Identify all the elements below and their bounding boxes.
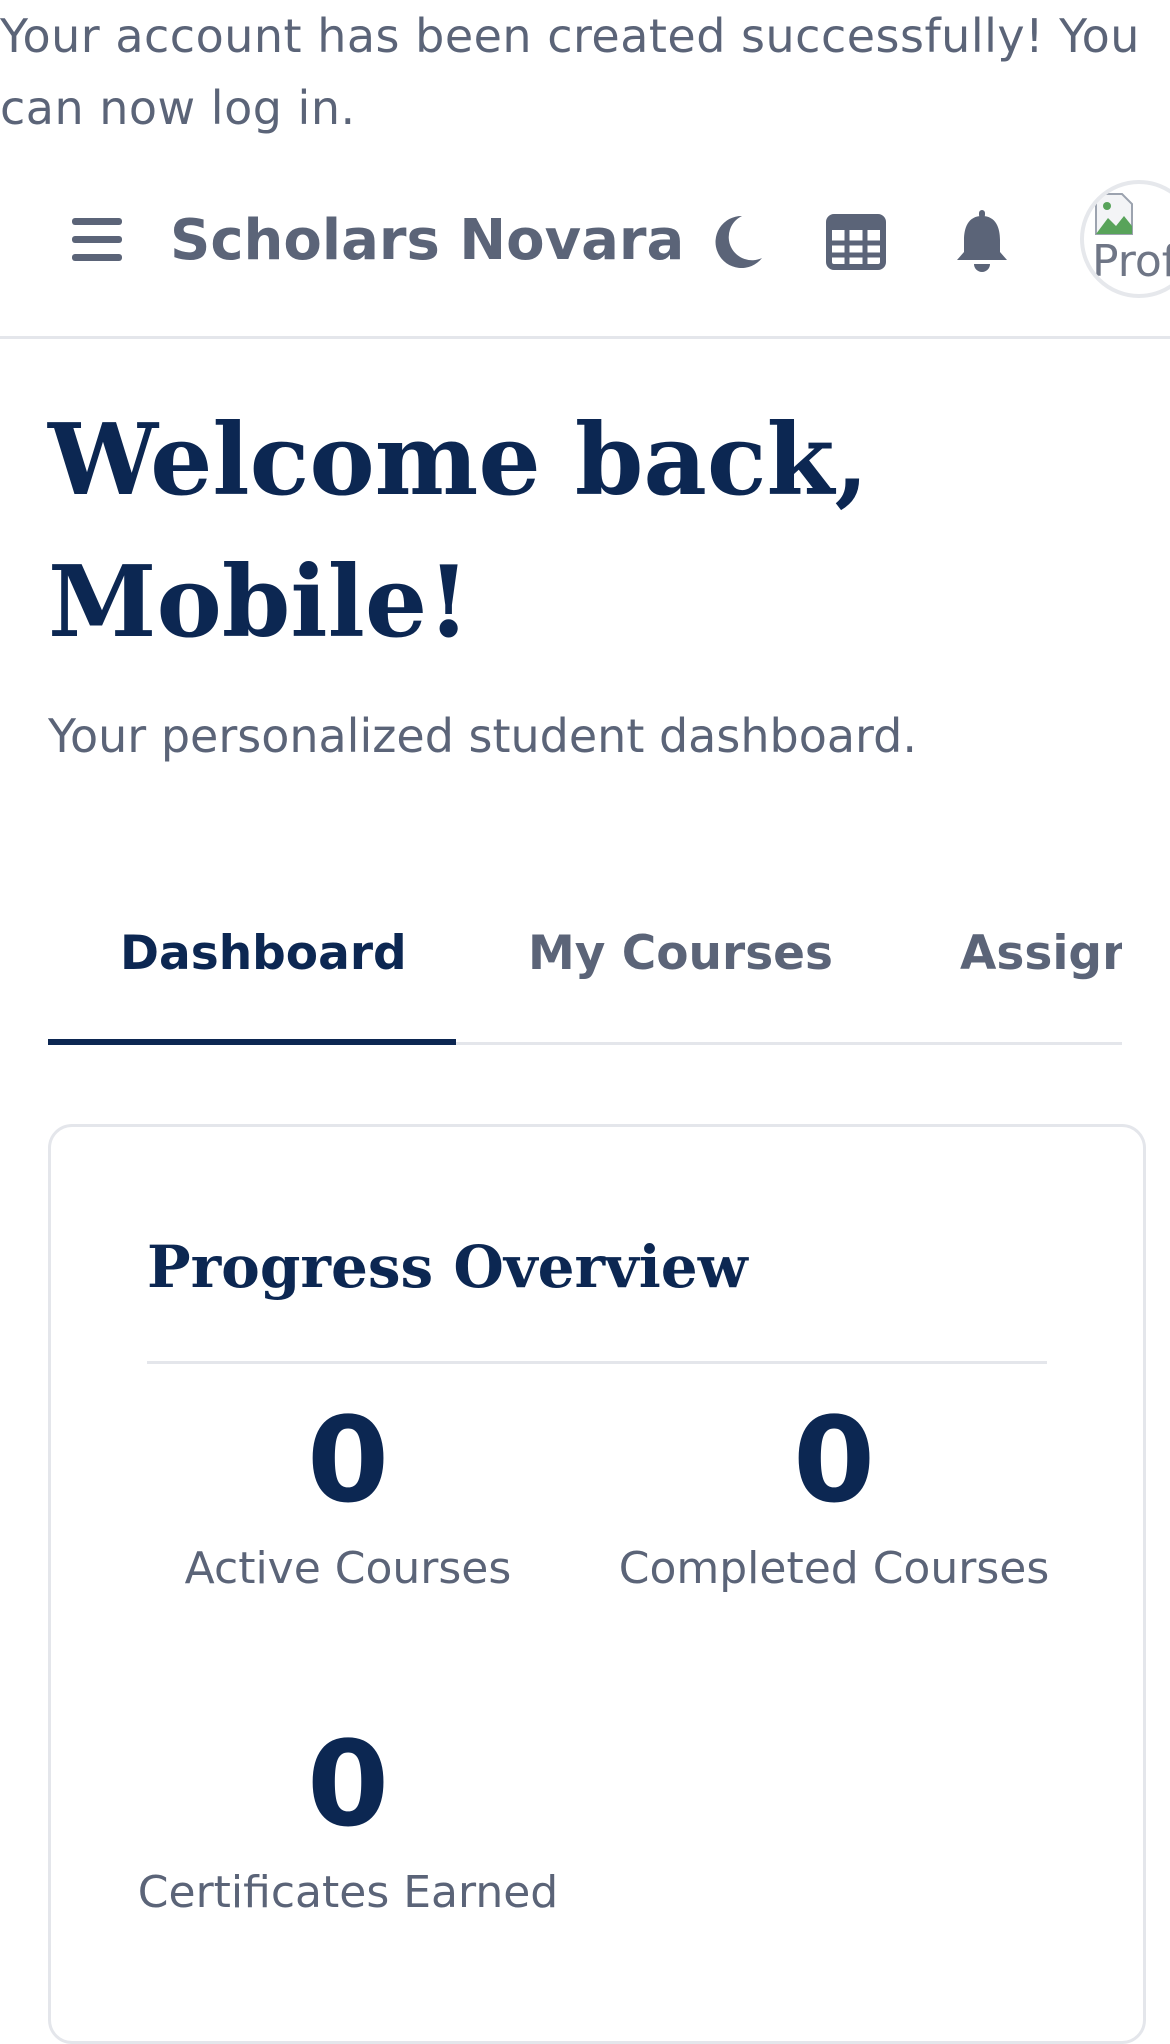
stat-completed-courses: 0 Completed Courses xyxy=(614,1385,1054,1599)
stat-certificates-earned: 0 Certificates Earned xyxy=(128,1709,568,1923)
profile-avatar[interactable]: Profile xyxy=(1080,180,1170,298)
moon-icon[interactable] xyxy=(712,214,764,270)
progress-overview-title: Progress Overview xyxy=(147,1233,748,1301)
active-tab-indicator xyxy=(48,1039,456,1045)
welcome-heading: Welcome back, Mobile! xyxy=(48,403,869,660)
dashboard-tabs: Dashboard My Courses Assignments xyxy=(48,880,1122,1045)
stat-label: Active Courses xyxy=(184,1543,512,1594)
tabs-scroll-area: Dashboard My Courses Assignments xyxy=(48,880,1122,1042)
tab-assignments[interactable]: Assignments xyxy=(960,920,1122,988)
tab-my-courses[interactable]: My Courses xyxy=(528,920,833,988)
stat-label: Certificates Earned xyxy=(137,1867,559,1918)
bell-icon[interactable] xyxy=(954,210,1010,274)
account-created-flash-message: Your account has been created successful… xyxy=(0,9,1140,135)
stat-value: 0 xyxy=(306,1391,390,1529)
top-navbar: Scholars Novara Profile xyxy=(0,164,1170,339)
grid-icon[interactable] xyxy=(826,214,886,270)
brand-title[interactable]: Scholars Novara xyxy=(170,204,684,278)
stat-active-courses: 0 Active Courses xyxy=(128,1385,568,1599)
tab-dashboard[interactable]: Dashboard xyxy=(120,920,407,988)
avatar-alt-text: Profile xyxy=(1092,236,1170,287)
dashboard-subtitle: Your personalized student dashboard. xyxy=(48,709,917,763)
broken-image-icon xyxy=(1095,193,1133,235)
card-divider xyxy=(147,1361,1047,1364)
hamburger-menu-icon[interactable] xyxy=(70,216,124,262)
progress-overview-card: Progress Overview 0 Active Courses 0 Com… xyxy=(48,1124,1146,2044)
stat-label: Completed Courses xyxy=(618,1543,1050,1594)
stat-value: 0 xyxy=(792,1391,876,1529)
stat-value: 0 xyxy=(306,1715,390,1853)
